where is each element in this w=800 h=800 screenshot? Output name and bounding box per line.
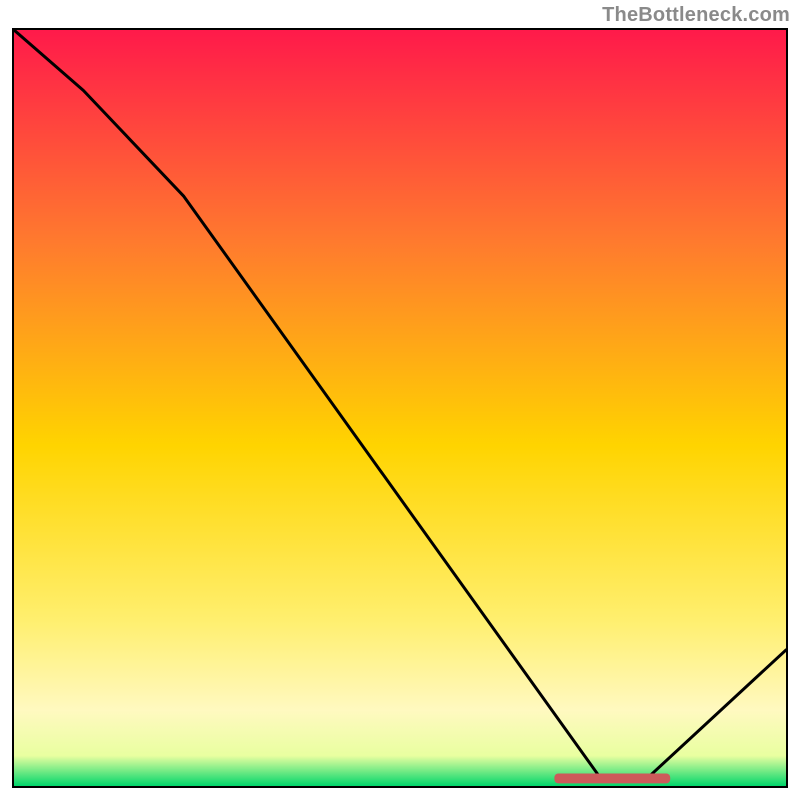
- optimal-range-bar: [554, 773, 670, 783]
- watermark-text: TheBottleneck.com: [602, 4, 790, 27]
- bottleneck-chart-svg: [14, 30, 786, 786]
- gradient-background: [14, 30, 786, 786]
- chart-area: [12, 28, 788, 788]
